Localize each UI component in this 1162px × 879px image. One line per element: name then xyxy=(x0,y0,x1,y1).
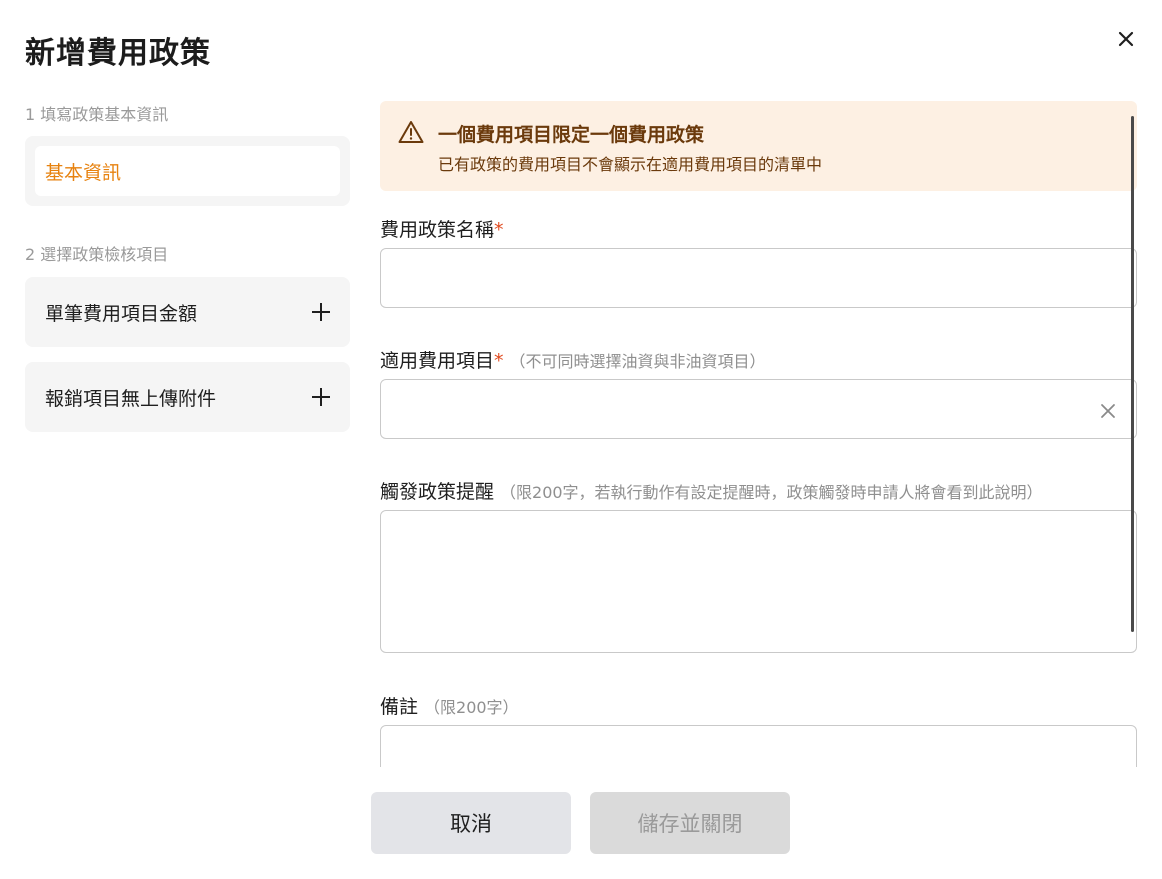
note-label-text: 備註 xyxy=(380,696,419,718)
note-label: 備註 （限200字） xyxy=(380,692,519,719)
applicable-items-label: 適用費用項目* （不可同時選擇油資與非油資項目） xyxy=(380,346,766,373)
step1-label: 1 填寫政策基本資訊 xyxy=(25,105,169,124)
notice-banner: 一個費用項目限定一個費用政策 已有政策的費用項目不會顯示在適用費用項目的清單中 xyxy=(380,101,1137,191)
required-mark: * xyxy=(494,219,504,241)
notice-subtitle: 已有政策的費用項目不會顯示在適用費用項目的清單中 xyxy=(438,155,823,174)
required-mark: * xyxy=(494,350,504,372)
plus-icon[interactable] xyxy=(312,303,330,321)
note-input[interactable] xyxy=(380,725,1137,767)
step2-label: 2 選擇政策檢核項目 xyxy=(25,245,169,264)
applicable-items-select[interactable] xyxy=(380,379,1137,439)
notice-title: 一個費用項目限定一個費用政策 xyxy=(438,124,705,146)
note-hint: （限200字） xyxy=(424,698,519,717)
step-item-basic-info[interactable]: 基本資訊 xyxy=(35,146,340,196)
dialog-title: 新增費用政策 xyxy=(25,36,211,71)
applicable-items-hint: （不可同時選擇油資與非油資項目） xyxy=(509,352,766,371)
policy-name-label: 費用政策名稱* xyxy=(380,215,504,242)
check-item-no-attachment[interactable]: 報銷項目無上傳附件 xyxy=(25,362,350,432)
form-scrollbar[interactable] xyxy=(1131,116,1134,632)
trigger-reminder-label: 觸發政策提醒 （限200字，若執行動作有設定提醒時，政策觸發時申請人將會看到此說明… xyxy=(380,477,1043,504)
save-and-close-button[interactable]: 儲存並關閉 xyxy=(590,792,790,854)
form-area: 一個費用項目限定一個費用政策 已有政策的費用項目不會顯示在適用費用項目的清單中 … xyxy=(380,101,1137,767)
check-item-label: 單筆費用項目金額 xyxy=(45,302,198,325)
cancel-button[interactable]: 取消 xyxy=(371,792,571,854)
trigger-reminder-label-text: 觸發政策提醒 xyxy=(380,481,495,503)
close-icon[interactable] xyxy=(1114,27,1138,51)
check-item-single-amount[interactable]: 單筆費用項目金額 xyxy=(25,277,350,347)
warning-icon xyxy=(398,121,424,143)
trigger-reminder-textarea[interactable] xyxy=(380,510,1137,653)
trigger-reminder-hint: （限200字，若執行動作有設定提醒時，政策觸發時申請人將會看到此說明） xyxy=(500,483,1043,502)
step1-panel: 基本資訊 xyxy=(25,136,350,206)
clear-icon[interactable] xyxy=(1100,403,1116,419)
policy-name-input[interactable] xyxy=(380,248,1137,308)
policy-name-label-text: 費用政策名稱 xyxy=(380,219,495,241)
check-item-label: 報銷項目無上傳附件 xyxy=(45,387,217,410)
plus-icon[interactable] xyxy=(312,388,330,406)
applicable-items-label-text: 適用費用項目 xyxy=(380,350,495,372)
